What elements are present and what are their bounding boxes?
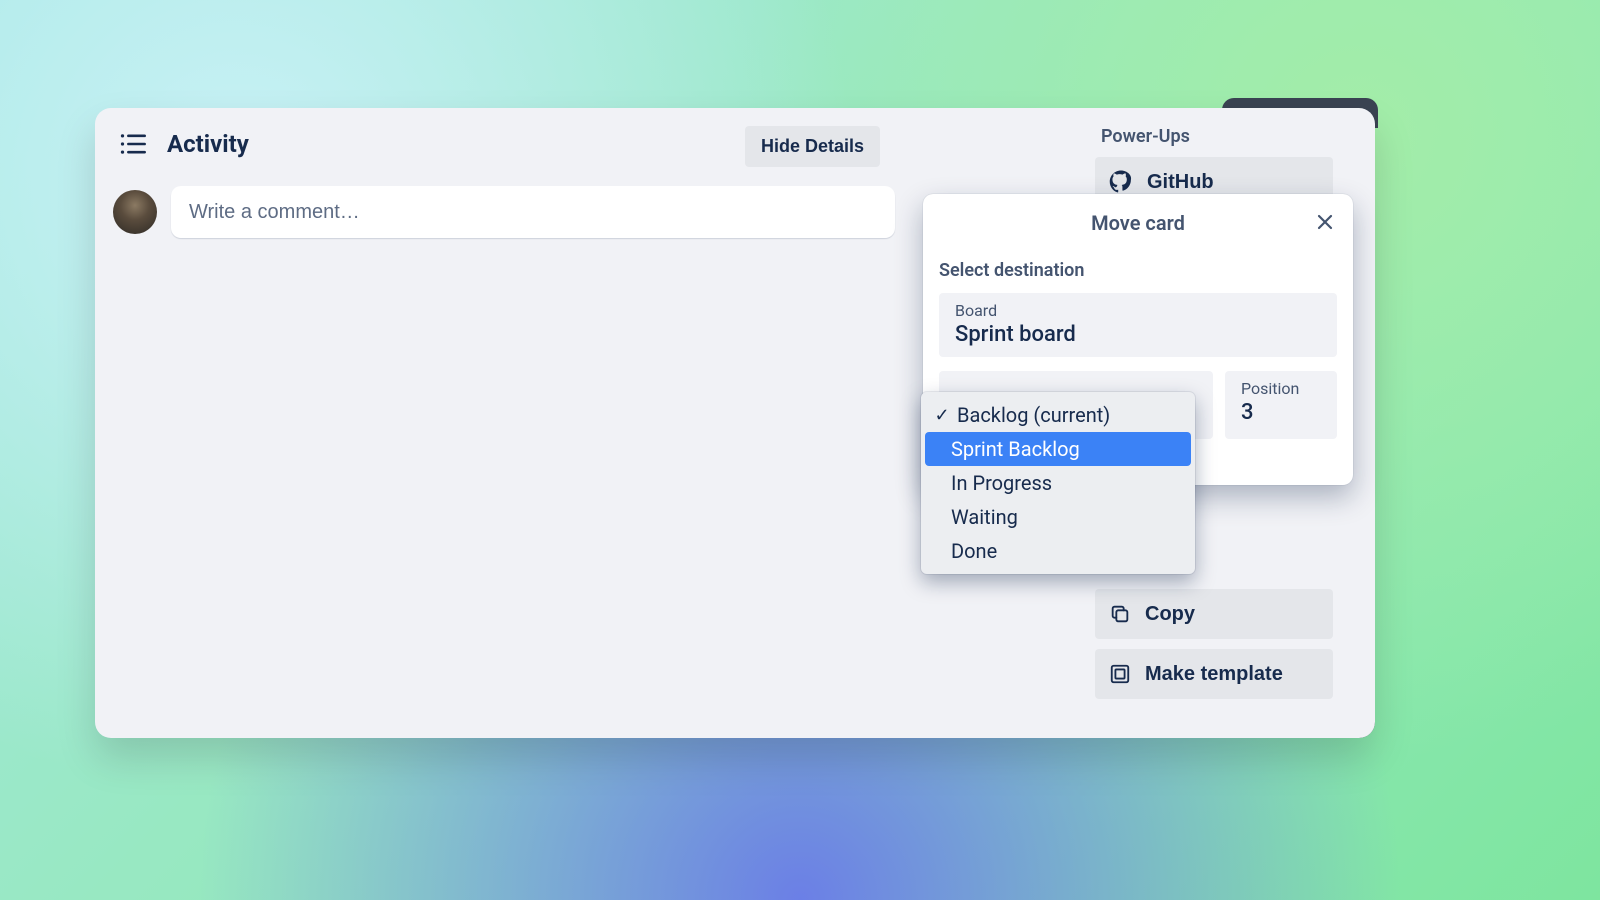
list-option-label: Waiting [951,505,1018,529]
list-option[interactable]: Sprint Backlog [925,432,1191,466]
list-dropdown[interactable]: ✓ Backlog (current) Sprint Backlog In Progr… [921,392,1195,574]
avatar[interactable] [113,190,157,234]
move-card-popover: Move card Select destination Board Sprin… [923,194,1353,485]
popover-header: Move card [923,194,1353,252]
board-field-label: Board [955,301,1321,320]
copy-icon [1109,603,1131,625]
make-template-button[interactable]: Make template [1095,649,1333,699]
powerups-label: Power-Ups [1101,126,1353,147]
board-field-value: Sprint board [955,322,1321,347]
activity-header: Activity [119,130,249,158]
list-option[interactable]: Waiting [925,500,1191,534]
popover-close-button[interactable] [1311,208,1339,236]
list-option[interactable]: Done [925,534,1191,568]
board-field[interactable]: Board Sprint board [939,293,1337,357]
hide-details-button[interactable]: Hide Details [745,126,880,167]
list-option-label: Sprint Backlog [951,437,1080,461]
github-icon [1109,170,1133,194]
position-field[interactable]: Position 3 [1225,371,1337,439]
list-option-label: Done [951,539,997,563]
copy-button[interactable]: Copy [1095,589,1333,639]
popover-title: Move card [1091,211,1185,235]
position-field-value: 3 [1241,400,1321,425]
list-option[interactable]: In Progress [925,466,1191,500]
template-icon [1109,663,1131,685]
position-field-label: Position [1241,379,1321,398]
list-option-label: In Progress [951,471,1052,495]
copy-label: Copy [1145,603,1195,626]
comment-row [113,186,895,238]
activity-list-icon [119,132,147,156]
comment-input[interactable] [171,186,895,238]
stage: Activity Hide Details Power-Ups GitHub [0,0,1600,900]
close-icon [1315,212,1335,232]
check-icon: ✓ [933,405,951,426]
select-destination-label: Select destination [939,260,1337,281]
github-label: GitHub [1147,171,1214,194]
list-option-label: Backlog (current) [957,403,1110,427]
list-option[interactable]: ✓ Backlog (current) [925,398,1191,432]
make-template-label: Make template [1145,663,1283,686]
activity-title: Activity [167,130,249,158]
